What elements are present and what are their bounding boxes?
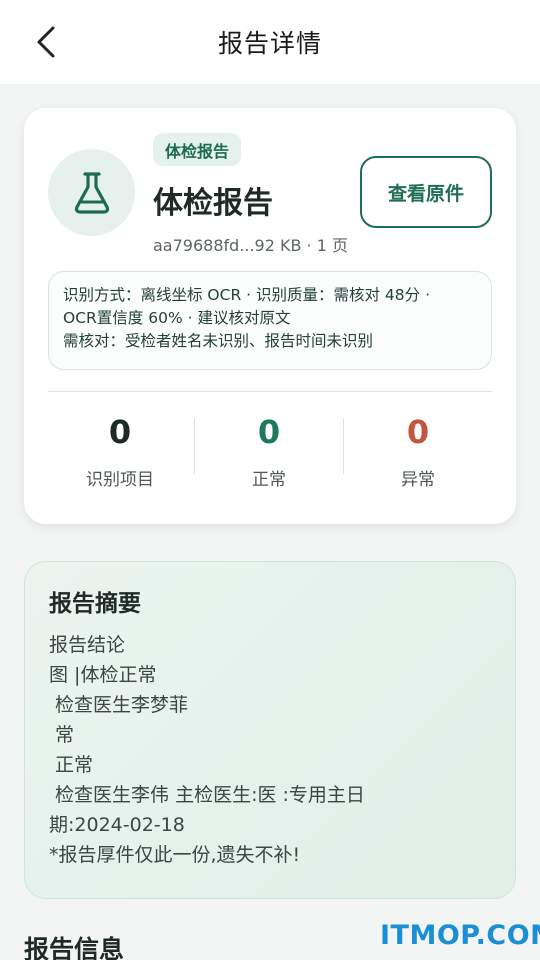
top-bar: 报告详情 [0, 0, 540, 84]
summary-line: 图 |体检正常 [49, 664, 157, 686]
stat-label: 正常 [252, 470, 286, 490]
stat-label: 异常 [401, 470, 435, 490]
summary-line: 正常 [49, 754, 94, 776]
report-info-heading: 报告信息 [24, 935, 125, 960]
page-title: 报告详情 [217, 29, 322, 58]
flask-icon [74, 171, 109, 214]
stat-abnormal: 0 异常 [344, 413, 492, 490]
ocr-line: 需核对：受检者姓名未识别、报告时间未识别 [63, 332, 374, 350]
ocr-info-box: 识别方式：离线坐标 OCR · 识别质量：需核对 48分 · OCR置信度 60… [48, 271, 492, 370]
report-summary-card: 报告摘要 报告结论 图 |体检正常 检查医生李梦菲 常 正常 检查医生李伟 主检… [24, 561, 516, 899]
stat-label: 识别项目 [86, 470, 154, 490]
stat-value: 0 [257, 413, 281, 451]
summary-text: 报告结论 图 |体检正常 检查医生李梦菲 常 正常 检查医生李伟 主检医生:医 … [49, 630, 491, 870]
summary-title: 报告摘要 [49, 591, 141, 617]
stat-normal: 0 正常 [195, 413, 343, 490]
divider [48, 391, 492, 392]
back-button[interactable] [28, 22, 64, 62]
report-card: 体检报告 体检报告 aa79688fd...92 KB · 1 页 查看原件 识… [24, 108, 516, 524]
summary-line: 常 [49, 724, 75, 746]
stat-value: 0 [108, 413, 132, 451]
summary-line: 期:2024-02-18 [49, 814, 185, 836]
stat-recognized-items: 0 识别项目 [46, 413, 194, 490]
summary-line: 检查医生李梦菲 [49, 694, 189, 716]
report-meta: aa79688fd...92 KB · 1 页 [153, 236, 348, 255]
ocr-line: OCR置信度 60% · 建议核对原文 [63, 309, 291, 327]
watermark: ITMOP.COM [380, 920, 540, 951]
summary-line: 检查医生李伟 主检医生:医 :专用主日 [49, 784, 365, 806]
stat-value: 0 [406, 413, 430, 451]
report-avatar [48, 149, 135, 236]
report-type-tag: 体检报告 [153, 133, 242, 166]
summary-line: *报告厚件仅此一份,遗失不补! [49, 844, 301, 866]
summary-line: 报告结论 [49, 634, 126, 656]
chevron-left-icon [37, 26, 55, 58]
report-title: 体检报告 [153, 186, 273, 221]
view-original-button[interactable]: 查看原件 [360, 156, 492, 228]
ocr-line: 识别方式：离线坐标 OCR · 识别质量：需核对 48分 · [63, 286, 431, 304]
